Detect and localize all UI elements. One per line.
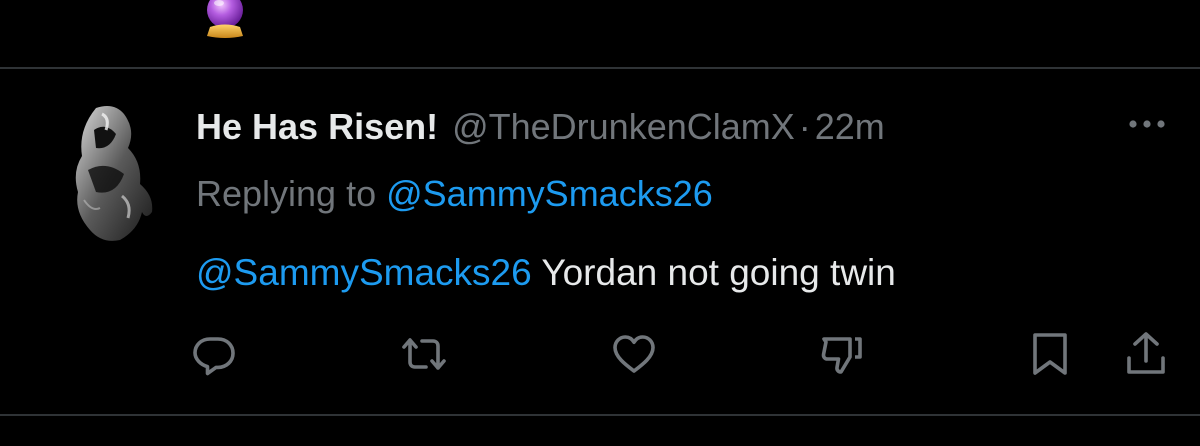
tweet-header: He Has Risen! @TheDrunkenClamX · 22m — [196, 104, 885, 150]
reply-button[interactable] — [190, 330, 238, 378]
separator-dot: · — [798, 106, 811, 147]
display-name[interactable]: He Has Risen! — [196, 104, 438, 150]
heart-icon — [613, 335, 655, 373]
crystal-ball-icon — [198, 0, 252, 44]
more-options-icon[interactable] — [1126, 112, 1168, 136]
avatar[interactable] — [66, 100, 158, 245]
bookmark-icon — [1033, 333, 1067, 375]
share-button[interactable] — [1122, 330, 1170, 378]
reply-thread: He Has Risen! @TheDrunkenClamX · 22m Rep… — [0, 0, 1200, 446]
replying-to-mention[interactable]: @SammySmacks26 — [386, 173, 713, 214]
like-button[interactable] — [610, 330, 658, 378]
text-mention[interactable]: @SammySmacks26 — [196, 252, 532, 293]
replying-to: Replying to @SammySmacks26 — [196, 171, 713, 217]
retweet-button[interactable] — [400, 330, 448, 378]
thumbs-down-icon — [821, 337, 862, 374]
tweet-body: Yordan not going twin — [531, 252, 896, 293]
divider — [0, 414, 1200, 416]
timestamp[interactable]: 22m — [815, 104, 885, 150]
user-handle[interactable]: @TheDrunkenClamX — [452, 104, 795, 150]
share-icon — [1127, 332, 1165, 374]
replying-to-label: Replying to — [196, 173, 377, 214]
bookmark-button[interactable] — [1026, 330, 1074, 378]
retweet-icon — [402, 338, 446, 370]
reply-icon — [193, 337, 235, 376]
tweet-text: @SammySmacks26 Yordan not going twin — [196, 250, 896, 296]
dislike-button[interactable] — [818, 330, 866, 378]
divider — [0, 67, 1200, 69]
